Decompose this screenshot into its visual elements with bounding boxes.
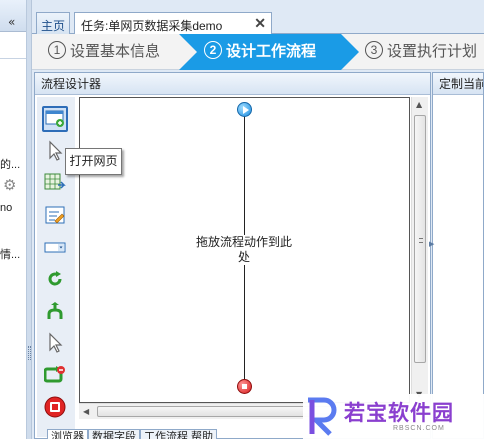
- flow-canvas[interactable]: 拖放流程动作到此处: [79, 97, 410, 403]
- panel-title: 定制当前操作: [433, 73, 483, 95]
- step-number: 3: [365, 41, 383, 59]
- splitter-grip[interactable]: [28, 346, 31, 360]
- end-flow-icon[interactable]: [42, 394, 68, 420]
- watermark-subtext: RBSCN.COM: [393, 425, 445, 432]
- drop-hint: 拖放流程动作到此处: [193, 235, 295, 265]
- scroll-thumb[interactable]: [414, 115, 426, 363]
- scroll-left-icon[interactable]: ◀: [83, 407, 89, 416]
- step-basic-info[interactable]: 1 设置基本信息: [48, 34, 160, 70]
- gear-icon[interactable]: ⚙: [3, 176, 16, 194]
- input-text-icon[interactable]: [42, 202, 68, 228]
- tab-bar: 主页 任务:单网页数据采集demo ✕: [32, 8, 484, 36]
- loop-click-icon[interactable]: [42, 362, 68, 388]
- divider: [0, 58, 26, 59]
- tab-home[interactable]: 主页: [36, 12, 70, 35]
- panel-title: 流程设计器: [35, 73, 430, 95]
- mouse-hover-icon[interactable]: [42, 330, 68, 356]
- watermark-logo: [308, 397, 337, 436]
- tab-task[interactable]: 任务:单网页数据采集demo ✕: [74, 12, 272, 36]
- tab-data-fields[interactable]: 数据字段: [88, 429, 140, 439]
- step-label: 设置基本信息: [70, 43, 161, 60]
- left-sidebar-text: no: [0, 202, 13, 214]
- step-number: 2: [204, 41, 222, 59]
- step-schedule[interactable]: 3 设置执行计划: [365, 34, 477, 70]
- double-chevron-left-icon[interactable]: «: [8, 15, 15, 29]
- left-sidebar-text: 情...: [0, 249, 21, 261]
- tab-workflow-help[interactable]: 工作流程 帮助: [140, 429, 218, 439]
- tooltip: 打开网页: [65, 148, 122, 175]
- left-sidebar-text: 的...: [0, 159, 21, 171]
- close-icon[interactable]: ✕: [254, 15, 266, 32]
- wizard-steps: 1 设置基本信息 2 设计工作流程 3 设置执行计划: [32, 34, 484, 70]
- grip-icon: [419, 238, 423, 243]
- flow-designer-panel: 流程设计器 拖放流程动作到此处 ▲ ◀: [34, 72, 431, 439]
- bottom-tab-bar: 浏览器 数据字段 工作流程 帮助: [47, 429, 218, 439]
- scroll-up-icon[interactable]: ▲: [416, 100, 422, 109]
- expand-panel-icon[interactable]: ▶: [429, 240, 434, 248]
- loop-icon[interactable]: [42, 266, 68, 292]
- vertical-scrollbar[interactable]: ▲ ▼: [411, 97, 428, 403]
- step-design-workflow[interactable]: 2 设计工作流程: [204, 34, 316, 70]
- watermark: 若宝软件园 RBSCN.COM: [303, 394, 484, 439]
- tab-task-label: 任务:单网页数据采集demo: [81, 19, 223, 33]
- start-node-icon[interactable]: [237, 102, 252, 117]
- branch-icon[interactable]: [42, 298, 68, 324]
- step-number: 1: [48, 41, 66, 59]
- end-node-icon[interactable]: [237, 379, 252, 394]
- watermark-text: 若宝软件园: [344, 401, 454, 425]
- scroll-thumb[interactable]: [97, 406, 335, 417]
- step-label: 设置执行计划: [387, 43, 478, 60]
- step-label: 设计工作流程: [226, 43, 317, 60]
- properties-panel: 定制当前操作: [432, 72, 484, 439]
- switch-dropdown-icon[interactable]: [42, 234, 68, 260]
- left-sidebar: « 的... ⚙ no 情...: [0, 0, 27, 439]
- tab-browser[interactable]: 浏览器: [47, 429, 88, 439]
- open-page-icon[interactable]: [42, 106, 68, 132]
